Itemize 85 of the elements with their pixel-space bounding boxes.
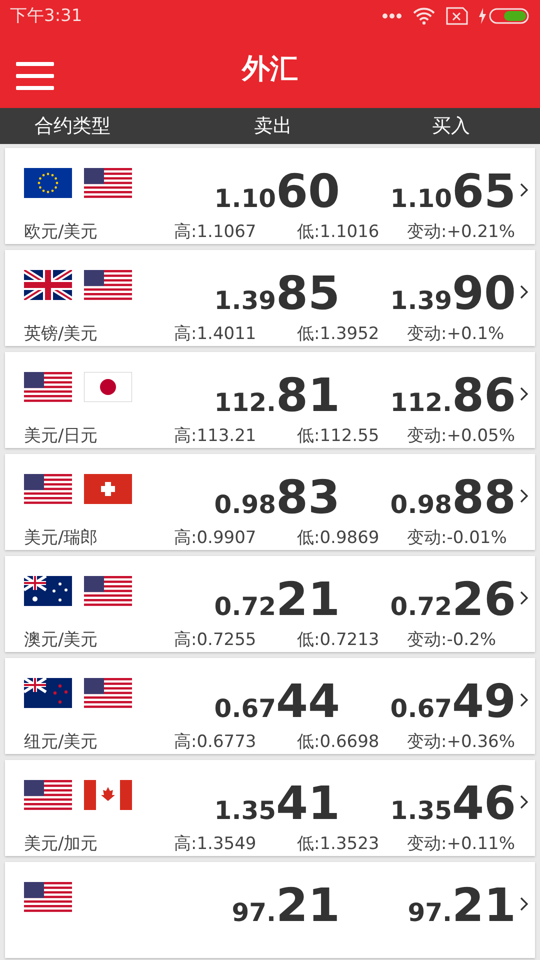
change-value: 变动:+0.05%: [407, 425, 515, 447]
low-value: 低:1.3952: [297, 323, 380, 345]
column-header: 合约类型: [34, 114, 112, 139]
star-circle-flag-icon: [24, 168, 72, 198]
striped-flag-icon: [84, 576, 132, 606]
chevron-icon: [519, 896, 529, 912]
change-value: 变动:+0.11%: [407, 833, 515, 855]
low-value: 低:112.55: [297, 425, 380, 447]
pair-name: 澳元/美元: [24, 629, 99, 651]
sell-price: 1.3541: [213, 780, 340, 826]
striped-flag-icon: [84, 270, 132, 300]
buy-price: 97.21: [406, 882, 516, 928]
leaf-flag-icon: [84, 780, 132, 810]
dots-icon: [382, 12, 402, 19]
sell-price: 0.6744: [213, 678, 340, 724]
striped-flag-icon: [84, 678, 132, 708]
page-title: 外汇: [242, 51, 298, 88]
sell-price: 0.9883: [213, 474, 340, 520]
high-value: 高:113.21: [174, 425, 258, 447]
chevron-icon: [519, 794, 529, 810]
change-value: 变动:+0.36%: [407, 731, 515, 753]
chevron-icon: [519, 590, 529, 606]
disc-flag-icon: [84, 372, 132, 402]
low-value: 低:0.7213: [297, 629, 380, 651]
pair-name: 英镑/美元: [24, 323, 99, 345]
high-value: 高:0.9907: [174, 527, 258, 549]
sell-price: 1.1060: [213, 168, 340, 214]
pair-name: 欧元/美元: [24, 221, 99, 243]
high-value: 高:1.4011: [174, 323, 258, 345]
cross-flag-icon: [24, 270, 72, 300]
pair-name: 美元/瑞郎: [24, 527, 99, 549]
change-value: 变动:-0.01%: [407, 527, 507, 549]
high-value: 高:1.1067: [174, 221, 258, 243]
chevron-icon: [519, 692, 529, 708]
pair-name: 纽元/美元: [24, 731, 99, 753]
low-value: 低:1.1016: [297, 221, 380, 243]
buy-price: 1.3546: [389, 780, 516, 826]
striped-flag-icon: [24, 780, 72, 810]
southern-cross-flag-icon: [24, 678, 72, 708]
menu-icon[interactable]: [16, 62, 54, 90]
buy-price: 0.9888: [389, 474, 516, 520]
high-value: 高:0.7255: [174, 629, 258, 651]
column-header: 买入: [431, 114, 471, 139]
sell-price: 0.72 21: [213, 576, 340, 622]
quote-card[interactable]: 0.72 21 0.72 26 澳元/美元 高:0.7255 低:0.7213 变动:-0.2%: [5, 556, 535, 652]
wifi-icon: [412, 6, 436, 25]
quote-card[interactable]: 1.3541 1.3546 美元/加元 高:1.3549 低:1.3523 变动:+0.11%: [5, 760, 535, 856]
pair-name: 美元/日元: [24, 425, 99, 447]
quote-card[interactable]: 112.81 112.86 美元/日元 高:113.21 低:112.55 变动:+0.05%: [5, 352, 535, 448]
sim-icon: [446, 6, 468, 25]
change-value: 变动:+0.1%: [407, 323, 504, 345]
quote-card[interactable]: 0.6744 0.6749 纽元/美元 高:0.6773 低:0.6698 变动:+0.36%: [5, 658, 535, 754]
chevron-icon: [519, 182, 529, 198]
striped-flag-icon: [24, 372, 72, 402]
buy-price: 112.86: [389, 372, 516, 418]
low-value: 低:0.6698: [297, 731, 380, 753]
sell-price: 97.21: [230, 882, 340, 928]
chevron-icon: [519, 386, 529, 402]
charging-battery-icon: [478, 6, 530, 25]
pair-name: 美元/加元: [24, 833, 99, 855]
quote-card[interactable]: 0.9883 0.9888 美元/瑞郎 高:0.9907 低:0.9869 变动:-0.01%: [5, 454, 535, 550]
striped-flag-icon: [24, 882, 72, 912]
column-header: 卖出: [253, 114, 293, 139]
striped-flag-icon: [84, 168, 132, 198]
high-value: 高:1.3549: [174, 833, 258, 855]
chevron-icon: [519, 488, 529, 504]
low-value: 低:1.3523: [297, 833, 380, 855]
change-value: 变动:-0.2%: [407, 629, 496, 651]
high-value: 高:0.6773: [174, 731, 258, 753]
status-time: 下午3:31: [10, 5, 84, 28]
change-value: 变动:+0.21%: [407, 221, 515, 243]
buy-price: 1.1065: [389, 168, 516, 214]
buy-price: 1.3990: [389, 270, 516, 316]
chevron-icon: [519, 284, 529, 300]
sell-price: 112.81: [213, 372, 340, 418]
quote-card[interactable]: 1.1060 1.1065 欧元/美元 高:1.1067 低:1.1016 变动:+0.21%: [5, 148, 535, 244]
buy-price: 0.72 26: [389, 576, 516, 622]
low-value: 低:0.9869: [297, 527, 380, 549]
quote-card[interactable]: 97.21 97.21: [5, 862, 535, 958]
quote-card[interactable]: 1.3985 1.3990 英镑/美元 高:1.4011 低:1.3952 变动:+0.1%: [5, 250, 535, 346]
southern-cross-flag-icon: [24, 576, 72, 606]
striped-flag-icon: [24, 474, 72, 504]
buy-price: 0.6749: [389, 678, 516, 724]
sell-price: 1.3985: [213, 270, 340, 316]
cross-flag-icon: [84, 474, 132, 504]
